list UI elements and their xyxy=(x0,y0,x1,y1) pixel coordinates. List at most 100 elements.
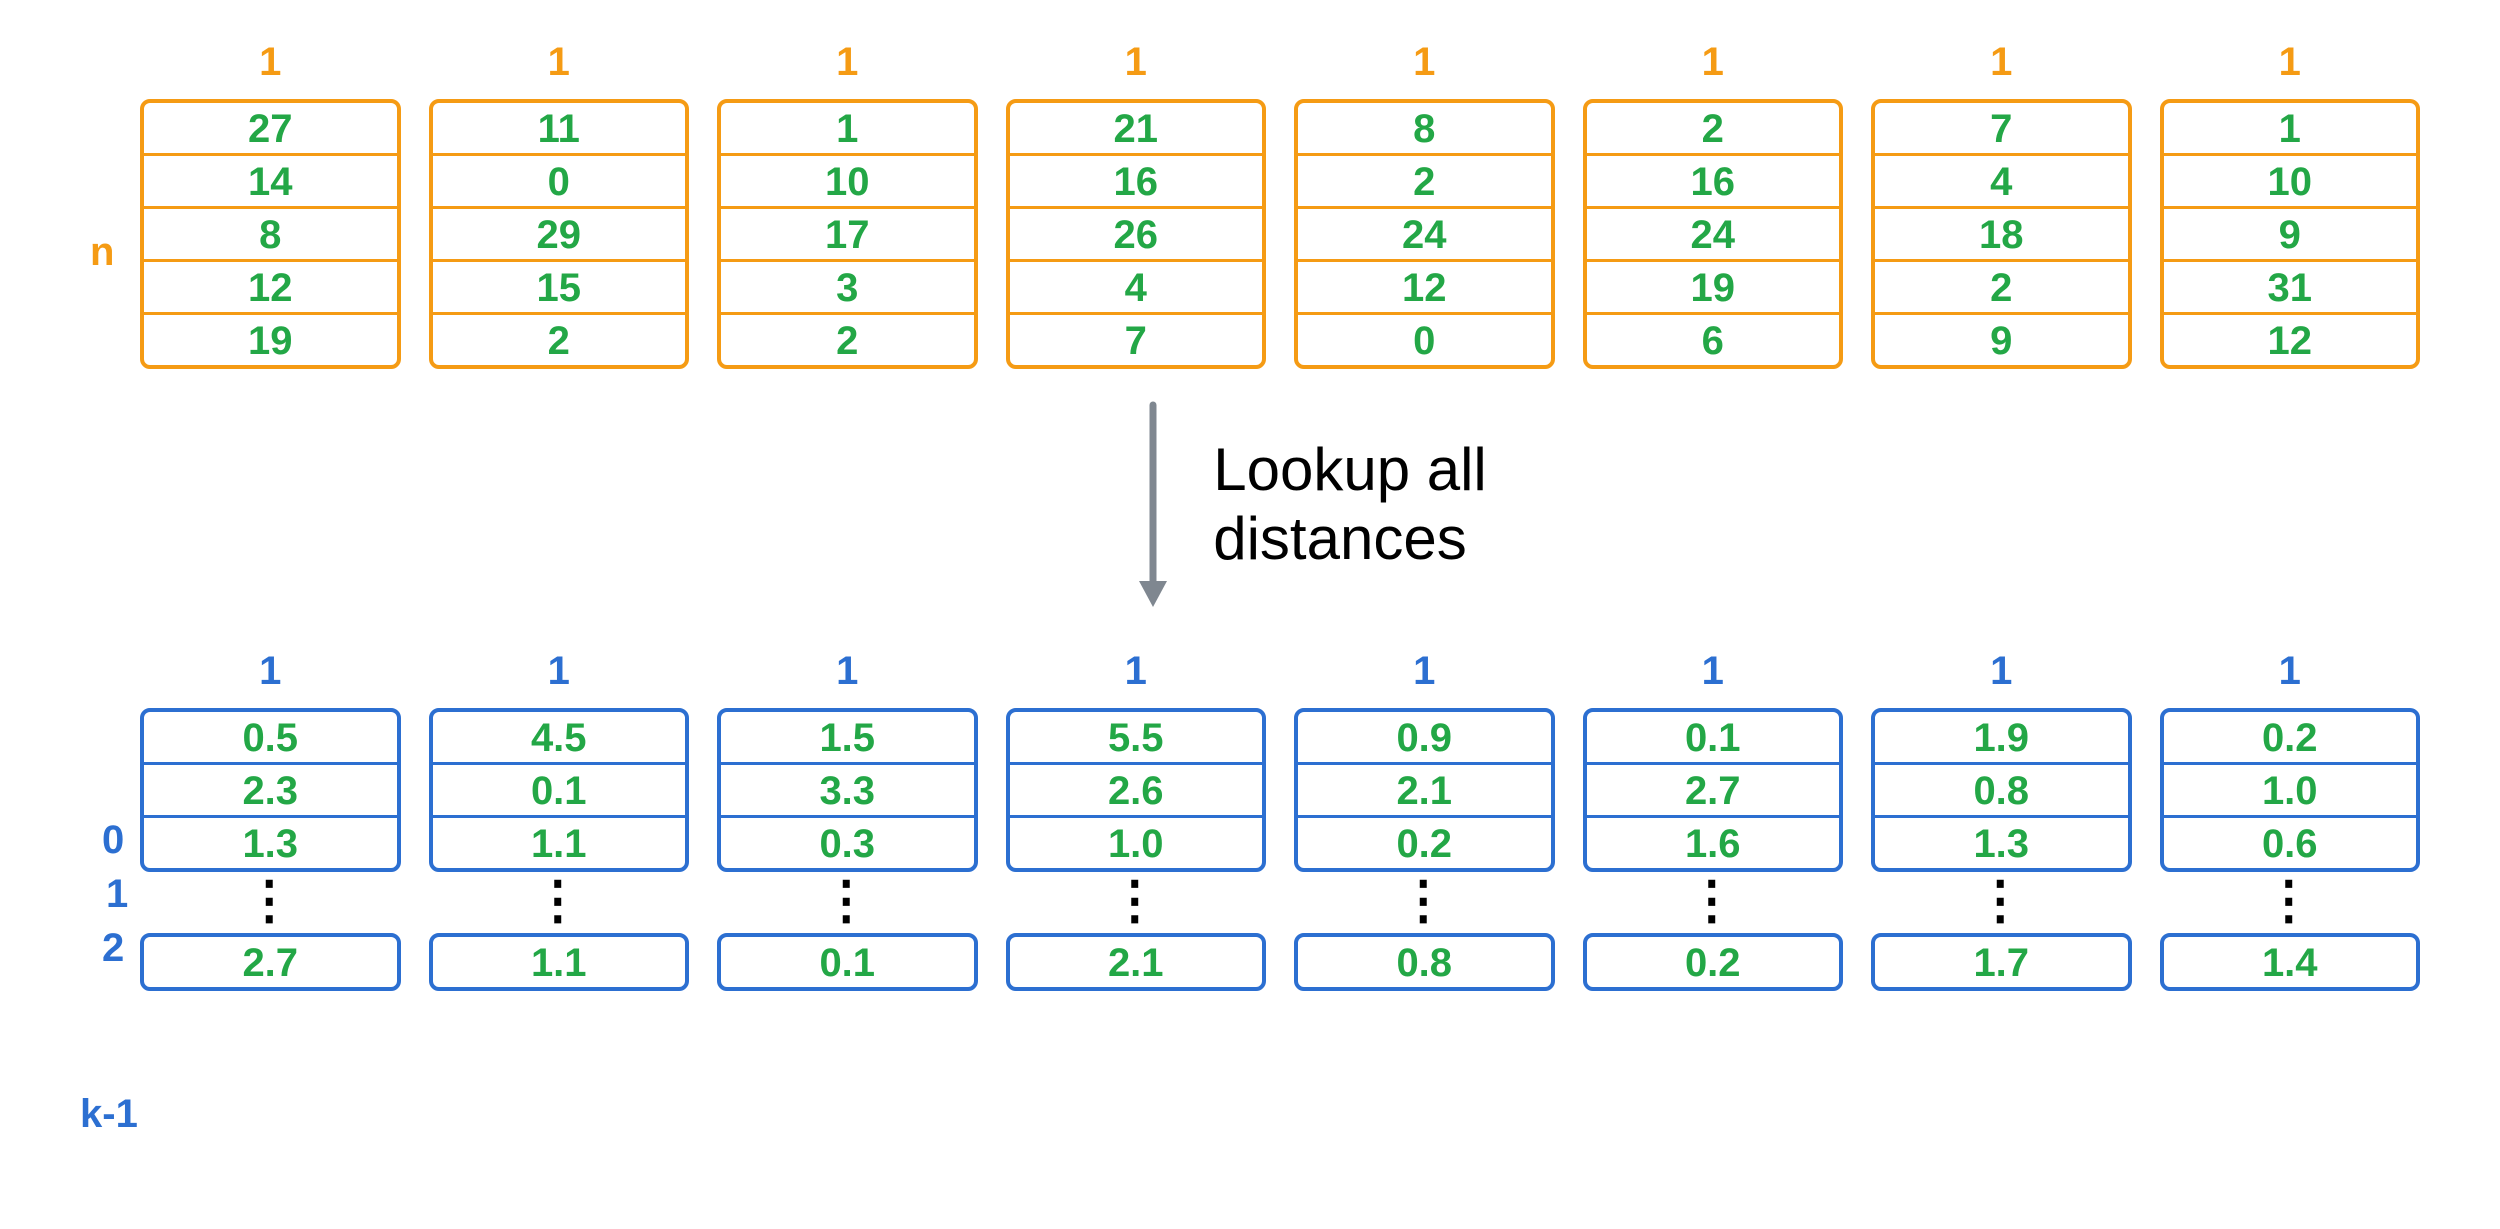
bottom-cell: 2.1 xyxy=(1298,762,1551,815)
bottom-cell: 0.6 xyxy=(2164,815,2417,868)
top-cell: 19 xyxy=(1587,259,1840,312)
bottom-last-cell: 1.1 xyxy=(429,933,690,991)
top-cell: 16 xyxy=(1010,153,1263,206)
top-cell: 2 xyxy=(721,312,974,365)
top-cell: 26 xyxy=(1010,206,1263,259)
top-column-stack: 11093112 xyxy=(2160,99,2421,369)
bottom-column-header: 1 xyxy=(548,649,570,694)
vertical-ellipsis-icon: ⋮ xyxy=(532,890,586,913)
top-cell: 24 xyxy=(1298,206,1551,259)
top-cell: 27 xyxy=(144,103,397,153)
bottom-cell: 2.6 xyxy=(1010,762,1263,815)
top-cell: 4 xyxy=(1875,153,2128,206)
bottom-last-cell: 2.7 xyxy=(140,933,401,991)
top-cell: 1 xyxy=(2164,103,2417,153)
top-cell: 19 xyxy=(144,312,397,365)
bottom-column-header: 1 xyxy=(1702,649,1724,694)
bottom-column: 15.52.61.0⋮2.1 xyxy=(1006,649,1267,991)
top-column-header: 1 xyxy=(2279,40,2301,85)
top-cell: 15 xyxy=(433,259,686,312)
top-column: 121624196 xyxy=(1583,40,1844,369)
top-column-header: 1 xyxy=(1990,40,2012,85)
top-cell: 24 xyxy=(1587,206,1840,259)
top-cell: 29 xyxy=(433,206,686,259)
bottom-cell: 1.0 xyxy=(1010,815,1263,868)
top-cell: 11 xyxy=(433,103,686,153)
top-cell: 18 xyxy=(1875,206,2128,259)
top-column-header: 1 xyxy=(1413,40,1435,85)
bottom-column-header: 1 xyxy=(1125,649,1147,694)
bottom-row-label-2: 2 xyxy=(102,926,124,971)
bottom-column: 1 0.21.00.6 ⋮ 1.4 xyxy=(2160,649,2421,991)
bottom-column: 11.90.81.3⋮1.7 xyxy=(1871,649,2132,991)
top-cell: 10 xyxy=(721,153,974,206)
bottom-cell: 1.5 xyxy=(721,712,974,762)
bottom-cell: 0.1 xyxy=(433,762,686,815)
vertical-ellipsis-icon: ⋮ xyxy=(2263,890,2317,913)
top-column-header: 1 xyxy=(836,40,858,85)
top-cell: 12 xyxy=(1298,259,1551,312)
bottom-column-stack: 5.52.61.0 xyxy=(1006,708,1267,872)
top-column-header: 1 xyxy=(259,40,281,85)
bottom-last-cell: 0.8 xyxy=(1294,933,1555,991)
arrow-caption-line1: Lookup all xyxy=(1213,435,1487,504)
bottom-last-cell: 0.2 xyxy=(1583,933,1844,991)
bottom-last-cell: 0.1 xyxy=(717,933,978,991)
top-column-stack: 1101732 xyxy=(717,99,978,369)
bottom-column: 14.50.11.1⋮1.1 xyxy=(429,649,690,991)
top-cell: 1 xyxy=(721,103,974,153)
top-cell: 2 xyxy=(433,312,686,365)
top-cell: 12 xyxy=(144,259,397,312)
bottom-column-header: 1 xyxy=(259,649,281,694)
top-cell: 3 xyxy=(721,259,974,312)
bottom-cell: 0.9 xyxy=(1298,712,1551,762)
bottom-cell: 4.5 xyxy=(433,712,686,762)
top-cell: 12 xyxy=(2164,312,2417,365)
bottom-column-header: 1 xyxy=(836,649,858,694)
top-cell: 16 xyxy=(1587,153,1840,206)
bottom-cell: 1.3 xyxy=(144,815,397,868)
arrow-block: Lookup all distances xyxy=(80,399,2420,609)
top-column-stack: 741829 xyxy=(1871,99,2132,369)
top-side-label: n xyxy=(90,230,114,275)
top-cell: 8 xyxy=(1298,103,1551,153)
bottom-last-cell: 2.1 xyxy=(1006,933,1267,991)
top-cell: 0 xyxy=(433,153,686,206)
bottom-cell: 0.1 xyxy=(1587,712,1840,762)
top-column-stack: 271481219 xyxy=(140,99,401,369)
bottom-last-cell: 1.4 xyxy=(2160,933,2421,991)
bottom-column-stack: 0.92.10.2 xyxy=(1294,708,1555,872)
bottom-cell: 0.2 xyxy=(2164,712,2417,762)
bottom-column-header: 1 xyxy=(1413,649,1435,694)
bottom-row-label-0: 0 xyxy=(102,818,124,863)
bottom-cell: 2.7 xyxy=(1587,762,1840,815)
bottom-cell: 1.1 xyxy=(433,815,686,868)
arrow-caption-line2: distances xyxy=(1213,504,1487,573)
bottom-column: 10.92.10.2⋮0.8 xyxy=(1294,649,1555,991)
bottom-column-stack: 0.52.31.3 xyxy=(140,708,401,872)
top-cell: 6 xyxy=(1587,312,1840,365)
top-cell: 7 xyxy=(1010,312,1263,365)
top-cell: 4 xyxy=(1010,259,1263,312)
top-column-stack: 11029152 xyxy=(429,99,690,369)
top-column: 1 271481219 xyxy=(140,40,401,369)
bottom-cell: 0.8 xyxy=(1875,762,2128,815)
top-cell: 0 xyxy=(1298,312,1551,365)
bottom-columns-row: 10.52.31.3⋮2.714.50.11.1⋮1.111.53.30.3⋮0… xyxy=(80,649,2420,991)
vertical-ellipsis-icon: ⋮ xyxy=(820,890,874,913)
top-column-stack: 8224120 xyxy=(1294,99,1555,369)
top-cell: 2 xyxy=(1298,153,1551,206)
top-cell: 17 xyxy=(721,206,974,259)
top-cell: 9 xyxy=(2164,206,2417,259)
bottom-column: 10.52.31.3⋮2.7 xyxy=(140,649,401,991)
bottom-column-header: 1 xyxy=(2279,649,2301,694)
bottom-cell: 5.5 xyxy=(1010,712,1263,762)
bottom-row-label-last: k-1 xyxy=(80,1092,138,1137)
bottom-column-stack: 0.21.00.6 xyxy=(2160,708,2421,872)
top-columns-row: 1271481219111029152111017321211626471822… xyxy=(80,40,2420,369)
top-column-header: 1 xyxy=(1702,40,1724,85)
top-column-stack: 21624196 xyxy=(1583,99,1844,369)
top-column-stack: 21162647 xyxy=(1006,99,1267,369)
top-column: 1 741829 xyxy=(1871,40,2132,369)
bottom-column-stack: 1.53.30.3 xyxy=(717,708,978,872)
